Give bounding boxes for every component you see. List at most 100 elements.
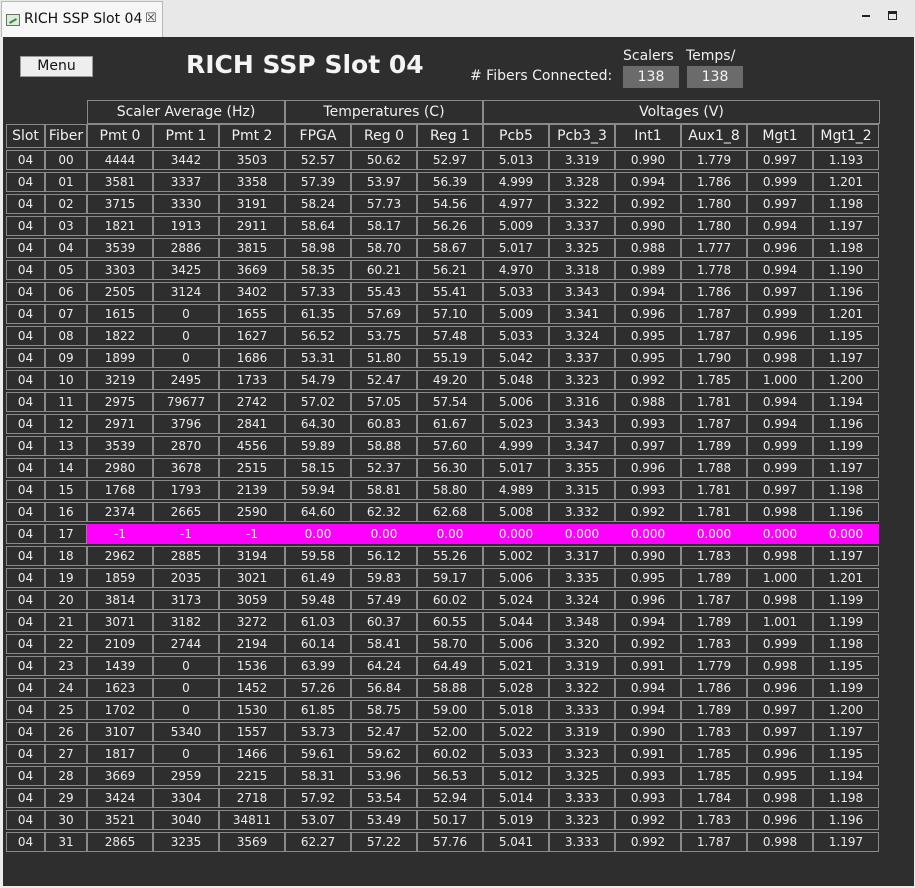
cell-pmt2: 3569 (219, 832, 285, 852)
cell-reg0: 60.83 (351, 414, 417, 434)
cell-aux1-8: 1.789 (681, 612, 747, 632)
cell-reg1: 52.94 (417, 788, 483, 808)
cell-pmt2: 1557 (219, 722, 285, 742)
cell-aux1-8: 1.780 (681, 194, 747, 214)
cell-pmt2: 3503 (219, 150, 285, 170)
cell-slot: 04 (6, 678, 45, 698)
cell-pcb5: 5.041 (483, 832, 549, 852)
menu-button[interactable]: Menu (20, 56, 93, 77)
cell-reg1: 50.17 (417, 810, 483, 830)
table-row: 04 03 1821 1913 2911 58.64 58.17 56.26 5.009 3.33… (6, 216, 879, 236)
cell-pmt2: 1686 (219, 348, 285, 368)
cell-int1: 0.997 (615, 436, 681, 456)
cell-pcb5: 5.019 (483, 810, 549, 830)
cell-mgt1-2: 1.199 (813, 678, 879, 698)
cell-pmt0: 1615 (87, 304, 153, 324)
cell-pcb5: 5.006 (483, 392, 549, 412)
column-header-reg0: Reg 0 (351, 124, 417, 148)
tab-title: RICH SSP Slot 04 (24, 11, 143, 27)
cell-reg0: 58.81 (351, 480, 417, 500)
cell-pcb3-3: 3.333 (549, 832, 615, 852)
cell-mgt1-2: 1.197 (813, 722, 879, 742)
cell-pmt2: 2718 (219, 788, 285, 808)
cell-aux1-8: 1.781 (681, 480, 747, 500)
cell-pcb3-3: 3.328 (549, 172, 615, 192)
table-row: 04 08 1822 0 1627 56.52 53.75 57.48 5.033 3.324 0.… (6, 326, 879, 346)
cell-pmt0: 1822 (87, 326, 153, 346)
cell-pmt0: 1859 (87, 568, 153, 588)
cell-pmt1: 0 (153, 326, 219, 346)
cell-mgt1: 0.998 (747, 348, 813, 368)
minimize-icon[interactable] (858, 8, 874, 24)
cell-pcb3-3: 3.333 (549, 700, 615, 720)
cell-pcb5: 4.999 (483, 436, 549, 456)
cell-slot: 04 (6, 634, 45, 654)
cell-pmt2: 1466 (219, 744, 285, 764)
cell-fiber: 19 (45, 568, 87, 588)
cell-int1: 0.992 (615, 502, 681, 522)
chart-icon (6, 14, 20, 26)
cell-pmt1: 2870 (153, 436, 219, 456)
cell-pmt0: 3424 (87, 788, 153, 808)
cell-reg0: 55.43 (351, 282, 417, 302)
cell-aux1-8: 1.788 (681, 458, 747, 478)
cell-slot: 04 (6, 414, 45, 434)
cell-fpga: 60.14 (285, 634, 351, 654)
cell-slot: 04 (6, 722, 45, 742)
cell-pmt0: 1899 (87, 348, 153, 368)
cell-pmt2: 2841 (219, 414, 285, 434)
cell-mgt1: 0.999 (747, 634, 813, 654)
cell-fpga: 64.60 (285, 502, 351, 522)
cell-pmt1: 5340 (153, 722, 219, 742)
cell-slot: 04 (6, 700, 45, 720)
group-voltages: Voltages (V) (483, 100, 880, 124)
cell-mgt1: 0.995 (747, 766, 813, 786)
cell-reg0: 0.00 (351, 524, 417, 544)
cell-fpga: 53.31 (285, 348, 351, 368)
cell-pmt1: 3304 (153, 788, 219, 808)
table-row: 04 02 3715 3330 3191 58.24 57.73 54.56 4.977 3.32… (6, 194, 879, 214)
cell-reg0: 56.84 (351, 678, 417, 698)
cell-fpga: 57.33 (285, 282, 351, 302)
cell-aux1-8: 0.000 (681, 524, 747, 544)
tab-rich-ssp-slot-04[interactable]: RICH SSP Slot 04 ☒ (1, 1, 163, 37)
cell-reg1: 60.02 (417, 590, 483, 610)
cell-pmt2: 3402 (219, 282, 285, 302)
cell-mgt1: 0.996 (747, 744, 813, 764)
cell-pmt1: 3330 (153, 194, 219, 214)
cell-fiber: 23 (45, 656, 87, 676)
cell-pmt1: 0 (153, 656, 219, 676)
cell-aux1-8: 1.783 (681, 546, 747, 566)
close-icon[interactable]: ☒ (145, 11, 157, 26)
cell-pcb5: 5.009 (483, 304, 549, 324)
maximize-icon[interactable] (885, 8, 901, 24)
cell-mgt1-2: 1.197 (813, 832, 879, 852)
cell-pcb5: 5.033 (483, 282, 549, 302)
cell-mgt1: 0.997 (747, 150, 813, 170)
cell-aux1-8: 1.786 (681, 678, 747, 698)
cell-pmt1: 3040 (153, 810, 219, 830)
cell-fiber: 30 (45, 810, 87, 830)
cell-int1: 0.996 (615, 304, 681, 324)
table-row: 04 31 2865 3235 3569 62.27 57.22 57.76 5.041 3.33… (6, 832, 879, 852)
cell-reg1: 56.30 (417, 458, 483, 478)
cell-fiber: 26 (45, 722, 87, 742)
column-header-int1: Int1 (615, 124, 681, 148)
cell-pcb5: 5.008 (483, 502, 549, 522)
cell-pmt1: 2885 (153, 546, 219, 566)
cell-pcb3-3: 3.325 (549, 238, 615, 258)
column-header-pmt2: Pmt 2 (219, 124, 285, 148)
cell-int1: 0.988 (615, 392, 681, 412)
cell-fpga: 57.26 (285, 678, 351, 698)
temps-fiber-count: 138 (687, 66, 743, 88)
cell-int1: 0.990 (615, 546, 681, 566)
cell-mgt1-2: 0.000 (813, 524, 879, 544)
cell-reg1: 64.49 (417, 656, 483, 676)
cell-slot: 04 (6, 524, 45, 544)
table-row: 04 24 1623 0 1452 57.26 56.84 58.88 5.028 3.322 0.… (6, 678, 879, 698)
cell-slot: 04 (6, 238, 45, 258)
cell-fiber: 13 (45, 436, 87, 456)
cell-pcb3-3: 3.337 (549, 216, 615, 236)
cell-int1: 0.994 (615, 678, 681, 698)
cell-fiber: 09 (45, 348, 87, 368)
